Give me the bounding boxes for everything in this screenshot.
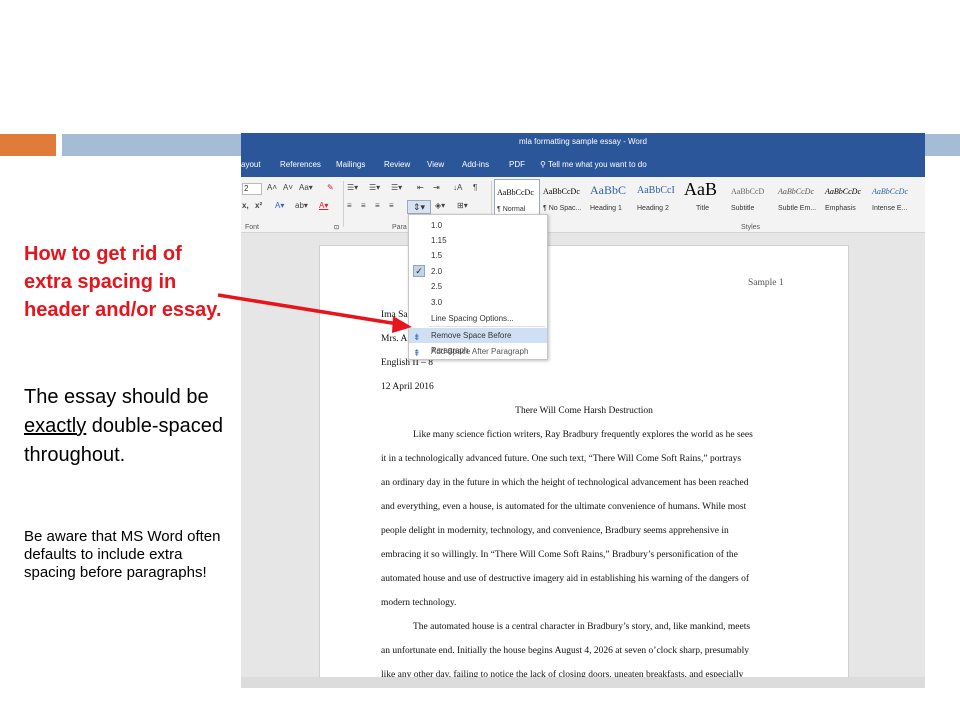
status-area bbox=[241, 677, 925, 688]
clear-format-icon[interactable]: ✎ bbox=[327, 183, 334, 192]
decrease-indent-icon[interactable]: ⇤ bbox=[417, 183, 424, 192]
essay-line: The automated house is a central charact… bbox=[413, 622, 751, 632]
shading-icon[interactable]: ◈▾ bbox=[435, 201, 445, 210]
align-left-icon[interactable]: ≡ bbox=[347, 201, 352, 210]
font-color-icon[interactable]: A▾ bbox=[319, 201, 328, 210]
tab-view[interactable]: View bbox=[427, 160, 444, 169]
font-size-box[interactable]: 2 bbox=[242, 183, 262, 195]
underlined-word: exactly bbox=[24, 415, 87, 437]
style-heading-1[interactable]: AaBbC Heading 1 bbox=[588, 179, 634, 217]
essay-line: Like many science fiction writers, Ray B… bbox=[413, 430, 753, 440]
slide-main-text: The essay should be exactly double-space… bbox=[24, 386, 224, 466]
superscript-icon[interactable]: x² bbox=[255, 201, 262, 210]
show-formatting-icon[interactable]: ¶ bbox=[473, 183, 477, 192]
menu-item-remove-space-before[interactable]: ⇟ Remove Space Before Paragraph bbox=[409, 328, 547, 355]
sort-icon[interactable]: ↓A bbox=[453, 183, 462, 192]
style-subtitle[interactable]: AaBbCcD Subtitle bbox=[729, 179, 775, 217]
menu-item-spacing-1-15[interactable]: 1.15 bbox=[409, 233, 547, 248]
accent-bar-orange bbox=[0, 134, 56, 156]
style-normal[interactable]: AaBbCcDc ¶ Normal bbox=[494, 179, 540, 217]
justify-icon[interactable]: ≡ bbox=[389, 201, 394, 210]
paragraph-group-label: Para bbox=[392, 224, 407, 231]
menu-item-spacing-2-5[interactable]: 2.5 bbox=[409, 279, 547, 294]
menu-item-add-space-after[interactable]: ⇞ Add Space After Paragraph bbox=[409, 344, 547, 359]
essay-line: and everything, even a house, is automat… bbox=[381, 502, 747, 512]
essay-line: it in a technologically advanced future.… bbox=[381, 454, 742, 464]
line-spacing-menu: 1.0 1.15 1.5 ✓ 2.0 2.5 3.0 Line Spacing O… bbox=[408, 214, 548, 360]
style-title[interactable]: AaB Title bbox=[682, 179, 728, 217]
increase-indent-icon[interactable]: ⇥ bbox=[433, 183, 440, 192]
styles-group-label: Styles bbox=[741, 224, 761, 231]
essay-line: embracing it so willingly. In “There Wil… bbox=[381, 550, 738, 560]
style-heading-2[interactable]: AaBbCcI Heading 2 bbox=[635, 179, 681, 217]
tab-pdf[interactable]: PDF bbox=[509, 160, 525, 169]
page-header: Sample 1 bbox=[748, 278, 784, 288]
style-no-spacing[interactable]: AaBbCcDc ¶ No Spac... bbox=[541, 179, 587, 217]
change-case-icon[interactable]: Aa▾ bbox=[299, 183, 313, 192]
tell-me-box[interactable]: ⚲ Tell me what you want to do bbox=[540, 160, 647, 169]
slide-small-text: Be aware that MS Word often defaults to … bbox=[24, 528, 221, 581]
doc-line-name: Ima Sa bbox=[381, 310, 408, 320]
menu-item-spacing-1-0[interactable]: 1.0 bbox=[409, 218, 547, 233]
essay-title: There Will Come Harsh Destruction bbox=[515, 406, 653, 416]
shrink-font-icon[interactable]: A˅ bbox=[283, 183, 293, 192]
tab-mailings[interactable]: Mailings bbox=[336, 160, 365, 169]
essay-line: people delight in modernity, technology,… bbox=[381, 526, 729, 536]
menu-item-line-spacing-options[interactable]: Line Spacing Options... bbox=[409, 311, 547, 326]
add-space-icon: ⇞ bbox=[413, 348, 421, 358]
bullets-icon[interactable]: ☰▾ bbox=[347, 183, 358, 192]
numbering-icon[interactable]: ☰▾ bbox=[369, 183, 380, 192]
borders-icon[interactable]: ⊞▾ bbox=[457, 201, 468, 210]
font-group-label: Font bbox=[245, 224, 260, 231]
menu-item-spacing-2-0[interactable]: ✓ 2.0 bbox=[409, 264, 547, 279]
ribbon-separator bbox=[343, 181, 344, 227]
highlight-icon[interactable]: ab▾ bbox=[295, 201, 308, 210]
doc-line-teacher: Mrs. A bbox=[381, 334, 408, 344]
line-spacing-icon: ⇕▾ bbox=[412, 202, 426, 212]
subscript-icon[interactable]: x, bbox=[242, 201, 249, 210]
menu-separator bbox=[429, 326, 545, 327]
essay-line: automated house and use of destructive i… bbox=[381, 574, 750, 584]
essay-line: an ordinary day in the future in which t… bbox=[381, 478, 749, 488]
tab-layout[interactable]: ayout bbox=[241, 160, 261, 169]
font-dialog-launcher-icon[interactable]: ⊡ bbox=[334, 224, 339, 231]
align-right-icon[interactable]: ≡ bbox=[375, 201, 380, 210]
multilevel-list-icon[interactable]: ☰▾ bbox=[391, 183, 402, 192]
grow-font-icon[interactable]: A˄ bbox=[267, 183, 277, 192]
document-page[interactable]: Sample 1 Ima Sa Mrs. A English II – 8 12… bbox=[319, 245, 849, 685]
checkmark-icon: ✓ bbox=[413, 265, 425, 277]
lightbulb-icon: ⚲ bbox=[540, 160, 546, 169]
menu-item-spacing-3-0[interactable]: 3.0 bbox=[409, 295, 547, 310]
align-center-icon[interactable]: ≡ bbox=[361, 201, 366, 210]
menu-item-spacing-1-5[interactable]: 1.5 bbox=[409, 248, 547, 263]
tab-references[interactable]: References bbox=[280, 160, 321, 169]
doc-line-date: 12 April 2016 bbox=[381, 382, 434, 392]
tab-add-ins[interactable]: Add-ins bbox=[462, 160, 489, 169]
tab-review[interactable]: Review bbox=[384, 160, 410, 169]
remove-space-icon: ⇟ bbox=[413, 332, 421, 342]
ribbon-tabs: ayout References Mailings Review View Ad… bbox=[241, 151, 925, 177]
style-subtle-emphasis[interactable]: AaBbCcDc Subtle Em... bbox=[776, 179, 822, 217]
essay-line: modern technology. bbox=[381, 598, 457, 608]
window-title: mla formatting sample essay - Word bbox=[241, 133, 925, 151]
slide-heading: How to get rid of extra spacing in heade… bbox=[24, 243, 222, 321]
style-emphasis[interactable]: AaBbCcDc Emphasis bbox=[823, 179, 869, 217]
text-effects-icon[interactable]: A▾ bbox=[275, 201, 284, 210]
line-spacing-button[interactable]: ⇕▾ bbox=[407, 200, 431, 214]
essay-line: an unfortunate end. Initially the house … bbox=[381, 646, 750, 656]
style-intense-emphasis[interactable]: AaBbCcDc Intense E... bbox=[870, 179, 916, 217]
